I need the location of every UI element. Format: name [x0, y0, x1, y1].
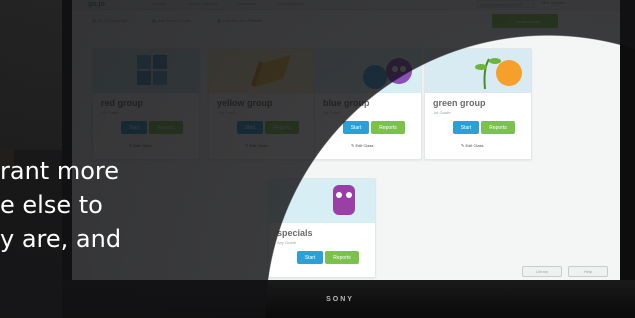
card-subtitle: 1st Grade — [433, 110, 451, 115]
link-icon — [152, 18, 156, 23]
group-card-yellow[interactable]: yellow group 2nd Grade Start Reports ✎ E… — [208, 48, 316, 160]
monitor-brand: SONY — [326, 296, 354, 303]
start-button[interactable]: Start — [343, 121, 369, 134]
help-button[interactable]: Help — [568, 266, 608, 277]
card-title: yellow group — [217, 98, 273, 108]
brand-logo[interactable]: go.jo — [88, 1, 105, 8]
sub-link-parents[interactable]: Connect your Parents — [217, 18, 262, 23]
edit-label: Edit Class — [133, 143, 152, 148]
start-button[interactable]: Start — [297, 251, 323, 264]
card-title: specials — [277, 228, 313, 238]
edit-label: Edit Class — [355, 143, 374, 148]
book-icon — [251, 55, 291, 87]
tiles-icon — [137, 55, 167, 85]
sub-link-label: Go to ClassDojo — [98, 18, 128, 23]
group-card-blue[interactable]: blue group 1st Grade Start Reports ✎ Edi… — [314, 48, 422, 160]
start-button[interactable]: Start — [237, 121, 263, 134]
edit-label: Edit Class — [465, 143, 484, 148]
reports-button[interactable]: Reports — [265, 121, 299, 134]
account-menu[interactable]: Mrs. Graham — [542, 0, 565, 5]
group-card-red[interactable]: red group 1st Grade Start Reports ✎ Edit… — [92, 48, 200, 160]
reports-button[interactable]: Reports — [371, 121, 405, 134]
card-art — [209, 49, 315, 93]
edit-class-link[interactable]: ✎ Edit Class — [245, 143, 267, 148]
card-subtitle: 2nd Grade — [217, 110, 236, 115]
card-art — [269, 179, 375, 223]
group-card-specials[interactable]: specials Any Grade Start Reports — [268, 178, 376, 278]
link-icon — [217, 18, 221, 23]
reports-button[interactable]: Reports — [325, 251, 359, 264]
sub-link-label: Connect your Parents — [223, 18, 262, 23]
top-bar: go.jo Classes Explore Activities Resourc… — [72, 0, 620, 10]
nav-classes[interactable]: Classes — [152, 1, 166, 6]
edit-class-link[interactable]: ✎ Edit Class — [461, 143, 483, 148]
reports-button[interactable]: Reports — [149, 121, 183, 134]
sub-link-label: Add Student Code — [158, 18, 191, 23]
plant-icon — [475, 58, 522, 90]
library-button[interactable]: Library — [522, 266, 562, 277]
card-title: green group — [433, 98, 486, 108]
caption-line: e else to — [0, 191, 103, 219]
card-art — [425, 49, 531, 93]
caption-line: rant more — [0, 157, 119, 185]
caption: rant more e else to y are, and — [0, 154, 260, 256]
card-subtitle: 1st Grade — [323, 110, 341, 115]
edit-class-link[interactable]: ✎ Edit Class — [129, 143, 151, 148]
start-button[interactable]: Start — [121, 121, 147, 134]
group-card-green[interactable]: green group 1st Grade Start Reports ✎ Ed… — [424, 48, 532, 160]
nav-resources[interactable]: Resources — [237, 1, 256, 6]
sub-link-student-code[interactable]: Add Student Code — [152, 18, 191, 23]
edit-label: Edit Class — [249, 143, 268, 148]
card-title: blue group — [323, 98, 370, 108]
edit-class-link[interactable]: ✎ Edit Class — [351, 143, 373, 148]
card-art — [93, 49, 199, 93]
card-subtitle: 1st Grade — [101, 110, 119, 115]
monsters-icon — [333, 185, 355, 215]
link-icon — [92, 18, 96, 23]
sub-link-classdojo[interactable]: Go to ClassDojo — [92, 18, 127, 23]
reports-button[interactable]: Reports — [481, 121, 515, 134]
caption-line: y are, and — [0, 225, 122, 253]
card-title: red group — [101, 98, 143, 108]
create-class-button[interactable]: + Create a class — [492, 14, 558, 28]
card-art — [315, 49, 421, 93]
nav-parent-reports[interactable]: Parent Reports — [277, 1, 304, 6]
nav-activities[interactable]: Explore Activities — [187, 1, 217, 6]
class-select[interactable]: Demo School Play&Lrn — [477, 0, 535, 8]
monster-icon — [363, 58, 412, 89]
start-button[interactable]: Start — [453, 121, 479, 134]
card-subtitle: Any Grade — [277, 240, 297, 245]
